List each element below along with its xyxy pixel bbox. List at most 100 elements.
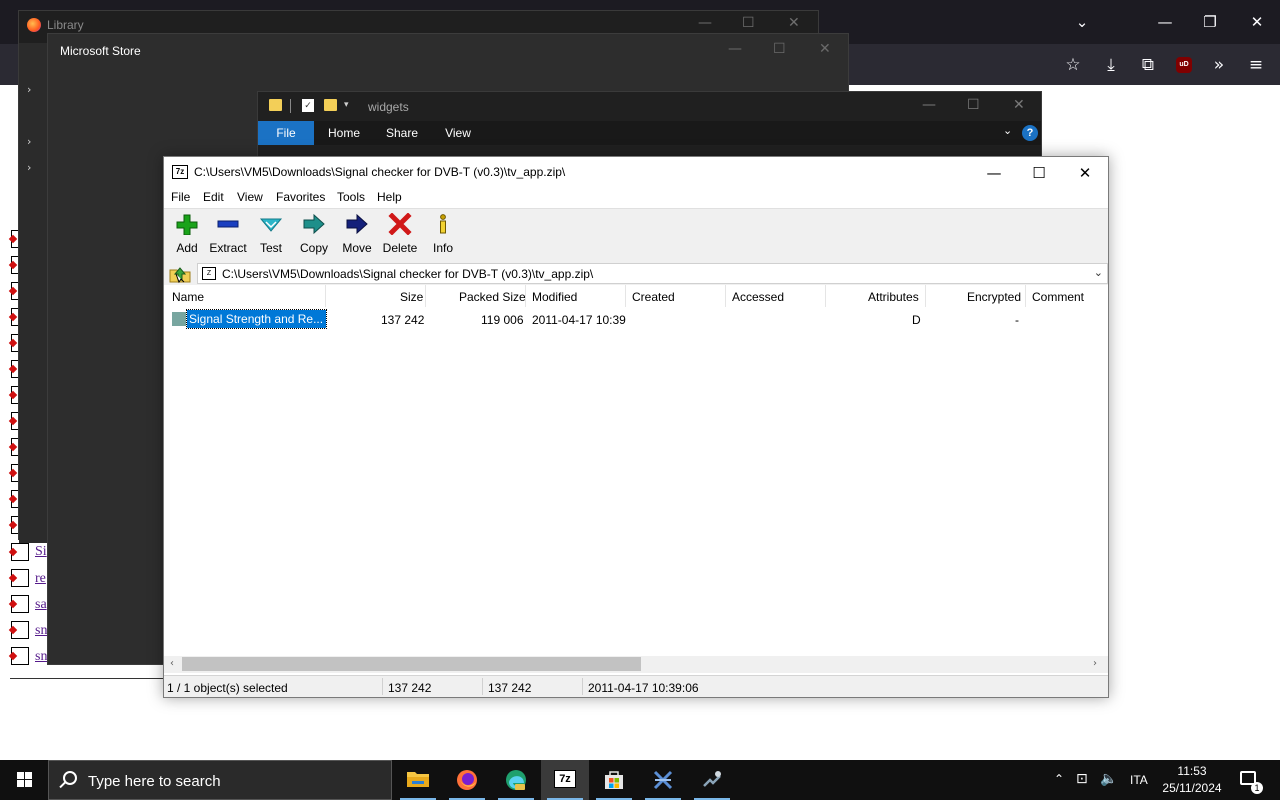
hamburger-menu-icon[interactable]: ≡ <box>1244 54 1268 76</box>
extensions-icon[interactable]: ⧉ <box>1136 54 1160 76</box>
new-folder-icon[interactable] <box>324 99 337 111</box>
column-header-packed-size[interactable]: Packed Size <box>459 290 526 304</box>
show-hidden-icons-chevron[interactable]: ⌃ <box>1054 772 1064 786</box>
quick-access-dropdown-icon[interactable]: ▾ <box>344 100 349 110</box>
horizontal-scrollbar[interactable]: ‹ › <box>164 656 1108 673</box>
ribbon-tab-view[interactable]: View <box>434 121 482 145</box>
taskbar-7zip[interactable]: 7z <box>541 760 589 800</box>
input-language-indicator[interactable]: ITA <box>1130 773 1148 787</box>
library-close-button[interactable]: ✕ <box>788 15 800 31</box>
page-link[interactable]: re <box>35 571 46 587</box>
search-placeholder: Type here to search <box>88 773 221 790</box>
column-divider[interactable] <box>725 285 726 307</box>
sevenzip-window[interactable]: 7z C:\Users\VM5\Downloads\Signal checker… <box>163 156 1109 698</box>
delete-button[interactable]: Delete <box>382 213 418 257</box>
explorer-maximize-button[interactable]: ☐ <box>967 97 980 113</box>
row-name[interactable]: Signal Strength and Re... <box>186 309 327 329</box>
taskbar-file-explorer[interactable] <box>394 760 442 800</box>
column-divider[interactable] <box>925 285 926 307</box>
column-divider[interactable] <box>525 285 526 307</box>
clock-time[interactable]: 11:53 <box>1162 764 1222 778</box>
maximize-button[interactable]: ☐ <box>1016 161 1062 185</box>
taskbar-firefox[interactable] <box>443 760 491 800</box>
library-minimize-button[interactable]: — <box>698 15 712 31</box>
taskbar-microsoft-store[interactable] <box>590 760 638 800</box>
browser-close-button[interactable]: ✕ <box>1247 12 1267 32</box>
row-name-cell[interactable]: Signal Strength and Re... <box>171 309 327 329</box>
move-button[interactable]: Move <box>340 213 374 257</box>
column-header-accessed[interactable]: Accessed <box>732 290 784 304</box>
bookmark-star-icon[interactable]: ☆ <box>1061 54 1085 76</box>
ribbon-expand-icon[interactable]: ⌄ <box>1003 124 1012 137</box>
info-button[interactable]: Info <box>430 213 456 257</box>
chevron-down-icon[interactable]: ⌄ <box>1094 266 1103 279</box>
browser-restore-button[interactable]: ❐ <box>1200 12 1220 32</box>
expand-chevron-icon[interactable]: › <box>27 135 31 148</box>
taskbar-network-tool[interactable] <box>688 760 736 800</box>
taskbar-search-box[interactable]: Type here to search <box>48 760 392 800</box>
close-button[interactable]: ✕ <box>1062 161 1108 185</box>
overflow-chevrons-icon[interactable]: » <box>1207 54 1231 76</box>
page-link[interactable]: sa <box>35 597 47 613</box>
column-header-comment[interactable]: Comment <box>1032 290 1084 304</box>
properties-check-icon[interactable]: ✓ <box>302 99 314 112</box>
copy-button[interactable]: Copy <box>298 213 330 257</box>
page-link[interactable]: Si <box>35 544 47 560</box>
ribbon-tab-file[interactable]: File <box>258 121 314 145</box>
menu-edit[interactable]: Edit <box>203 190 224 204</box>
help-icon[interactable]: ? <box>1022 125 1038 141</box>
status-selection: 1 / 1 object(s) selected <box>167 681 288 695</box>
column-header-encrypted[interactable]: Encrypted <box>967 290 1021 304</box>
clock-date[interactable]: 25/11/2024 <box>1159 781 1225 795</box>
menu-help[interactable]: Help <box>377 190 402 204</box>
test-button[interactable]: Test <box>256 213 286 257</box>
expand-chevron-icon[interactable]: › <box>27 83 31 96</box>
library-tree[interactable]: › › › <box>19 43 49 543</box>
explorer-minimize-button[interactable]: — <box>922 97 936 113</box>
column-header-size[interactable]: Size <box>400 290 423 304</box>
minimize-button[interactable]: — <box>971 161 1017 185</box>
expand-chevron-icon[interactable]: › <box>27 161 31 174</box>
start-button[interactable] <box>0 760 48 800</box>
file-list[interactable]: Name Size Packed Size Modified Created A… <box>164 285 1108 657</box>
path-input[interactable]: Z C:\Users\VM5\Downloads\Signal checker … <box>197 263 1108 284</box>
column-divider[interactable] <box>825 285 826 307</box>
column-header-name[interactable]: Name <box>172 290 204 304</box>
file-explorer-window[interactable]: ✓ ▾ widgets — ☐ ✕ File Home Share View ⌄… <box>257 91 1042 161</box>
up-folder-icon[interactable] <box>168 264 192 284</box>
column-divider[interactable] <box>325 285 326 307</box>
column-header-created[interactable]: Created <box>632 290 675 304</box>
column-divider[interactable] <box>1025 285 1026 307</box>
column-divider[interactable] <box>625 285 626 307</box>
downloads-icon[interactable]: ⤓ <box>1099 54 1123 76</box>
taskbar-edge-dev[interactable] <box>492 760 540 800</box>
store-maximize-button[interactable]: ☐ <box>773 41 786 57</box>
menu-file[interactable]: File <box>171 190 190 204</box>
page-link[interactable]: sn <box>35 623 47 639</box>
explorer-close-button[interactable]: ✕ <box>1013 97 1025 113</box>
scroll-right-icon[interactable]: › <box>1093 656 1097 672</box>
xml-tool-icon <box>653 770 673 790</box>
library-maximize-button[interactable]: ☐ <box>742 15 755 31</box>
ribbon-tab-home[interactable]: Home <box>320 121 368 145</box>
scrollbar-thumb[interactable] <box>182 657 641 671</box>
scroll-left-icon[interactable]: ‹ <box>170 656 174 672</box>
browser-minimize-button[interactable]: — <box>1155 12 1175 32</box>
column-header-attributes[interactable]: Attributes <box>868 290 919 304</box>
taskbar-xml-tool[interactable] <box>639 760 687 800</box>
list-all-tabs-icon[interactable]: ⌄ <box>1072 12 1092 32</box>
ribbon-tab-share[interactable]: Share <box>378 121 426 145</box>
add-button[interactable]: Add <box>172 213 202 257</box>
menu-tools[interactable]: Tools <box>337 190 365 204</box>
ublock-icon[interactable]: uD <box>1176 57 1192 73</box>
column-header-modified[interactable]: Modified <box>532 290 577 304</box>
page-link[interactable]: sn <box>35 649 47 665</box>
menu-favorites[interactable]: Favorites <box>276 190 325 204</box>
volume-icon[interactable]: 🔈 <box>1100 771 1117 787</box>
column-divider[interactable] <box>425 285 426 307</box>
network-icon[interactable]: ⊡ <box>1076 771 1088 787</box>
store-minimize-button[interactable]: — <box>728 41 742 57</box>
menu-view[interactable]: View <box>237 190 263 204</box>
store-close-button[interactable]: ✕ <box>819 41 831 57</box>
extract-button[interactable]: Extract <box>208 213 248 257</box>
